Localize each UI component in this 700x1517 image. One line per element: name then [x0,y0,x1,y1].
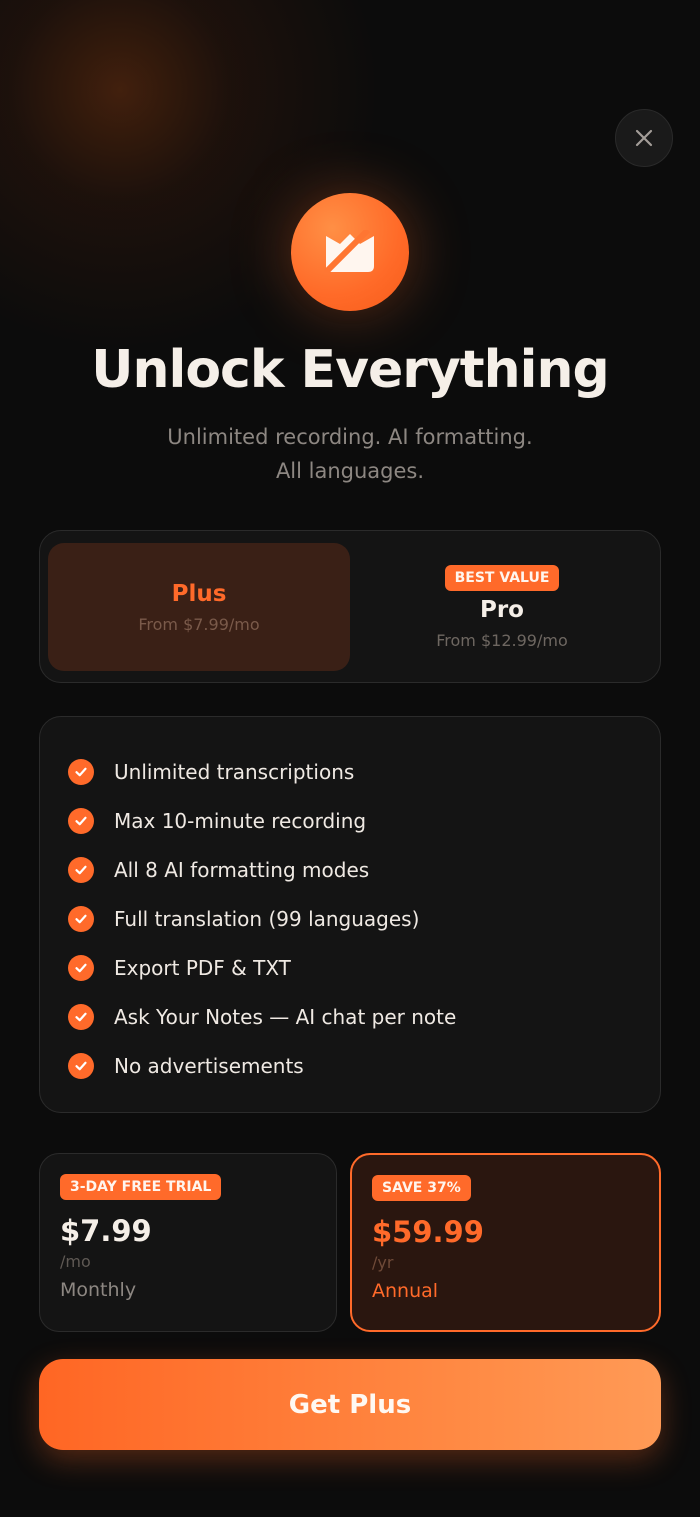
feature-item: Ask Your Notes — AI chat per note [68,992,632,1041]
billing-option-annual[interactable]: SAVE 37% $59.99 /yr Annual [350,1153,661,1332]
trial-badge: 3-DAY FREE TRIAL [60,1174,222,1200]
feature-text: Ask Your Notes — AI chat per note [114,1004,457,1029]
check-icon [68,758,94,785]
close-icon [635,129,653,147]
paywall-screen: Unlock Everything Unlimited recording. A… [0,0,700,1517]
feature-item: All 8 AI formatting modes [68,845,632,894]
feature-item: No advertisements [68,1041,632,1090]
feature-text: Full translation (99 languages) [114,906,420,931]
best-value-badge: BEST VALUE [444,564,560,591]
check-icon [68,1052,94,1079]
price-unit: /yr [372,1253,394,1272]
feature-item: Full translation (99 languages) [68,894,632,943]
plan-selector: Plus From $7.99/mo BEST VALUE Pro From $… [39,530,661,683]
billing-option-monthly[interactable]: 3-DAY FREE TRIAL $7.99 /mo Monthly [39,1153,337,1332]
plan-tab-plus[interactable]: Plus From $7.99/mo [48,543,350,671]
check-icon [68,807,94,834]
feature-item: Unlimited transcriptions [68,747,632,796]
check-icon [68,905,94,932]
app-logo-icon [324,230,374,274]
feature-list: Unlimited transcriptions Max 10-minute r… [39,716,661,1113]
feature-text: Unlimited transcriptions [114,759,355,784]
price-period-label: Annual [372,1280,439,1302]
check-icon [68,856,94,883]
price-period-label: Monthly [60,1279,137,1301]
feature-item: Max 10-minute recording [68,796,632,845]
subtitle: Unlimited recording. AI formatting. All … [100,420,600,488]
page-title: Unlock Everything [91,340,609,400]
plan-tab-pro[interactable]: BEST VALUE Pro From $12.99/mo [351,543,653,671]
get-plus-button[interactable]: Get Plus [39,1359,661,1450]
feature-text: Export PDF & TXT [114,955,291,980]
plan-name: Plus [171,580,227,607]
price-unit: /mo [60,1252,91,1271]
close-button[interactable] [615,109,673,167]
feature-text: Max 10-minute recording [114,808,367,833]
plan-name: Pro [479,596,524,623]
subtitle-line: Unlimited recording. AI formatting. [167,425,533,449]
subtitle-line: All languages. [275,459,425,483]
check-icon [68,954,94,981]
savings-badge: SAVE 37% [372,1175,471,1201]
price-amount: $59.99 [372,1215,484,1249]
plan-price: From $7.99/mo [138,614,260,634]
check-icon [68,1003,94,1030]
price-amount: $7.99 [60,1214,152,1248]
feature-text: All 8 AI formatting modes [114,857,370,882]
feature-text: No advertisements [114,1053,304,1078]
plan-price: From $12.99/mo [436,630,568,650]
feature-item: Export PDF & TXT [68,943,632,992]
app-logo [291,193,409,311]
